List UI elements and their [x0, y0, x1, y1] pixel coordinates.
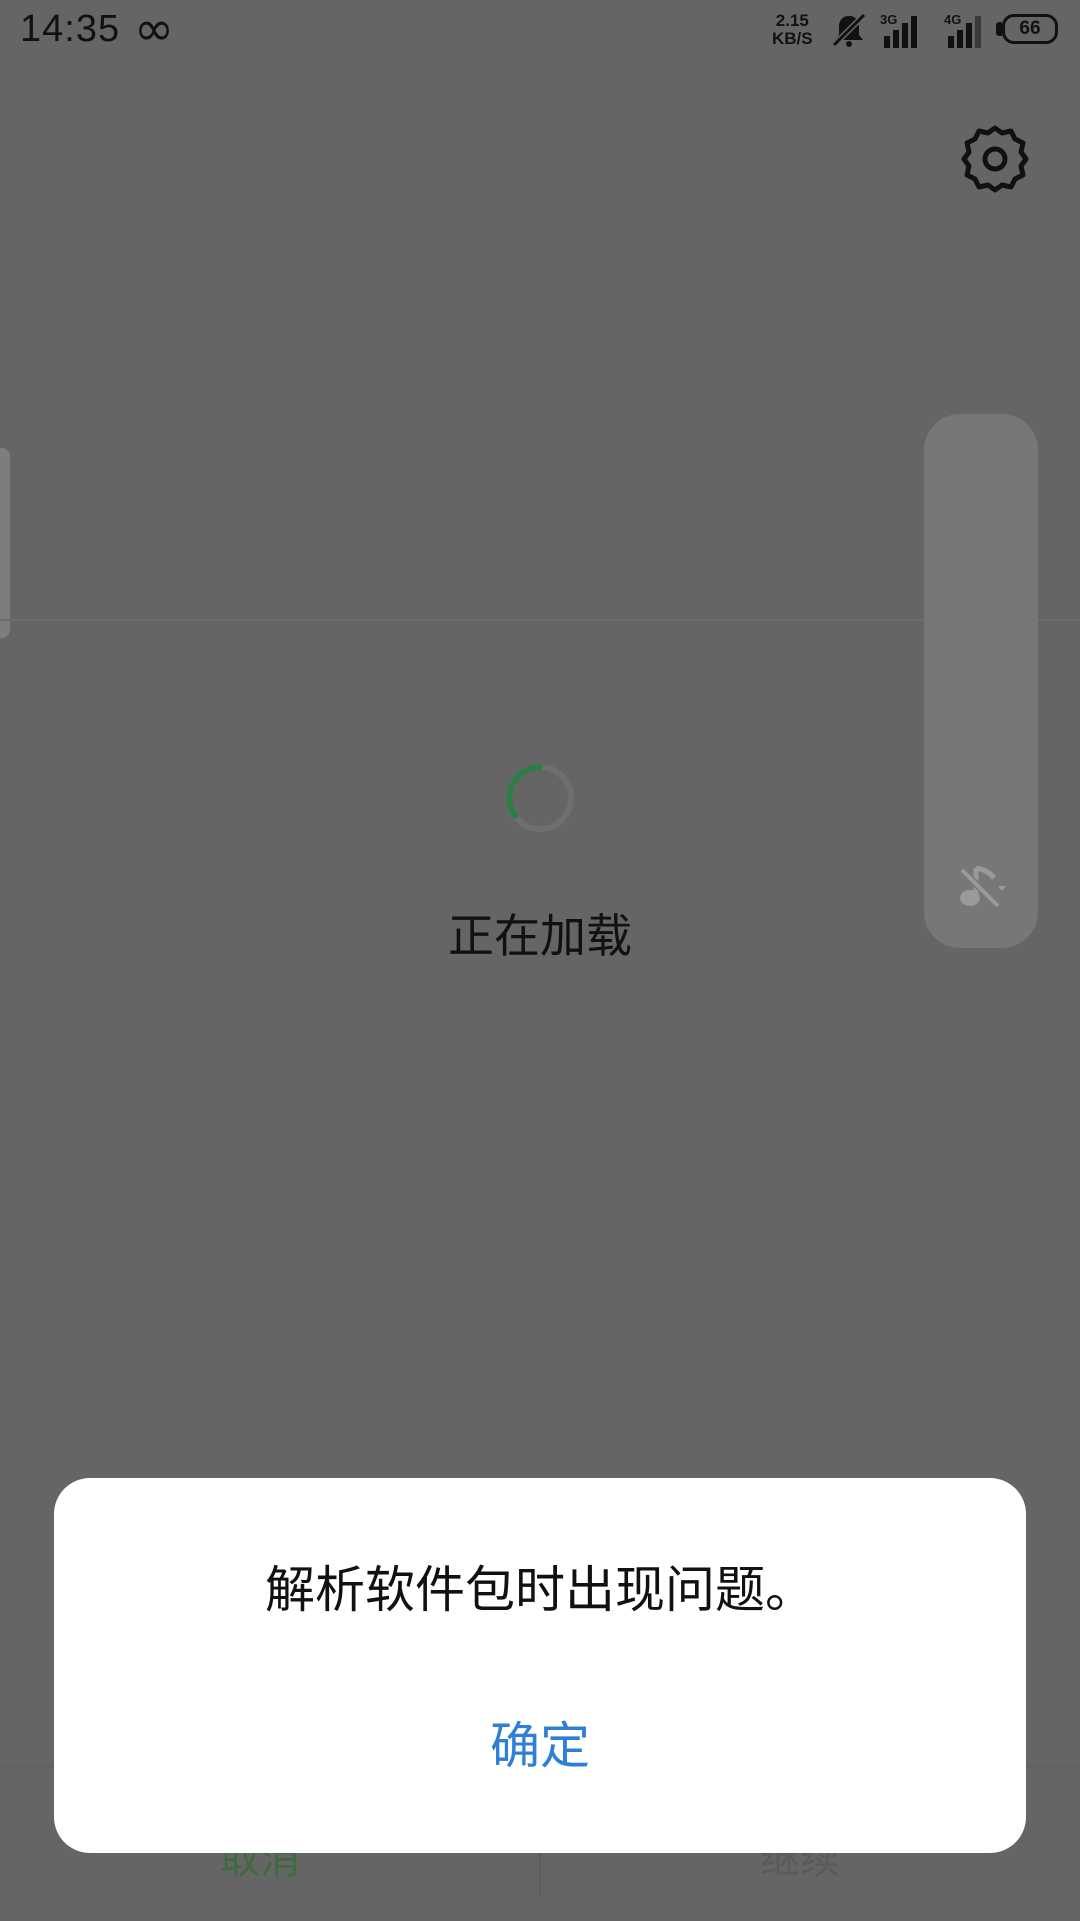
network-speed: 2.15 KB/S [772, 12, 813, 48]
status-bar: 14:35 ∞ 2.15 KB/S 3G 4G 66 [0, 0, 1080, 60]
dialog-message: 解析软件包时出现问题。 [265, 1561, 815, 1619]
status-time: 14:35 [20, 8, 121, 50]
confirm-button[interactable]: 确定 [440, 1706, 640, 1786]
floating-side-panel[interactable] [924, 414, 1038, 948]
gear-icon[interactable] [960, 124, 1030, 194]
edge-drawer-handle[interactable] [0, 448, 10, 638]
loading-text: 正在加载 [448, 909, 632, 963]
infinity-icon: ∞ [134, 1, 174, 57]
network-speed-value: 2.15 [775, 11, 809, 30]
mute-notification-icon[interactable] [954, 858, 1010, 914]
signal-3g-icon: 3G [880, 12, 926, 48]
battery-icon: 66 [1002, 14, 1058, 44]
loading-spinner [506, 764, 574, 832]
error-dialog: 解析软件包时出现问题。 确定 [54, 1478, 1026, 1853]
signal-4g-icon: 4G [944, 12, 990, 48]
network-speed-unit: KB/S [772, 29, 813, 48]
section-divider [0, 619, 1080, 621]
muted-bell-icon [831, 12, 867, 48]
